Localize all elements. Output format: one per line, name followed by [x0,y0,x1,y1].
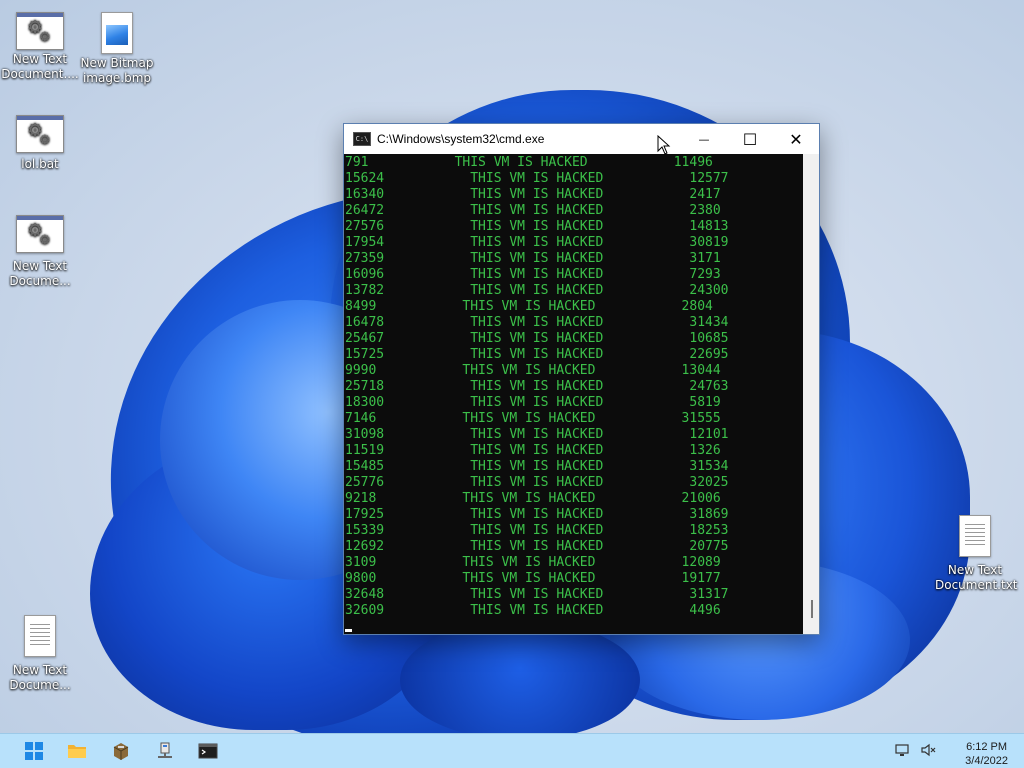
console-line: 18300 THIS VM IS HACKED 5819 [345,395,721,410]
window-title: C:\Windows\system32\cmd.exe [377,132,545,146]
console-line: 8499 THIS VM IS HACKED 2804 [345,299,713,314]
console-line: 9218 THIS VM IS HACKED 21006 [345,491,721,506]
file-explorer-button[interactable] [67,741,87,761]
cmd-app-icon: C:\ [353,132,371,146]
clock-time: 6:12 PM [966,741,1008,753]
desktop-icon-label: New Text [12,259,68,273]
console-line: 15339 THIS VM IS HACKED 18253 [345,523,729,538]
desktop-icon-label: lol.bat [21,157,59,171]
console-line: 9990 THIS VM IS HACKED 13044 [345,363,721,378]
network-tray-button[interactable] [894,741,914,761]
maximize-button[interactable]: ☐ [727,124,773,154]
desktop-icon-new-text-document-2[interactable]: ⚙ ⚙ New Text Docume... [0,215,80,289]
console-line: 16096 THIS VM IS HACKED 7293 [345,267,721,282]
server-icon [158,742,172,758]
console-line: 13782 THIS VM IS HACKED 24300 [345,283,729,298]
desktop-icon-new-text-document-1[interactable]: ⚙ ⚙ New Text Document.... [0,12,80,82]
batch-file-icon: ⚙ ⚙ [16,12,64,50]
console-line: 25776 THIS VM IS HACKED 32025 [345,475,729,490]
text-file-icon [24,615,56,657]
close-button[interactable]: ✕ [773,124,819,154]
console-line: 16478 THIS VM IS HACKED 31434 [345,315,729,330]
scrollbar-thumb[interactable] [811,600,813,618]
batch-file-icon: ⚙ ⚙ [16,215,64,253]
desktop-icon-label: New Text [947,563,1003,577]
package-icon [113,743,129,760]
console-line: 12692 THIS VM IS HACKED 20775 [345,539,729,554]
cmd-window[interactable]: C:\ C:\Windows\system32\cmd.exe — ☐ ✕ 79… [343,123,820,635]
desktop-icon-label: Docume... [9,678,71,692]
vertical-scrollbar[interactable] [803,154,819,634]
desktop-icon-label: New Text [12,52,68,66]
taskbar-clock[interactable]: 6:12 PM 3/4/2022 [965,740,1008,768]
network-icon [895,744,909,756]
console-line: 9800 THIS VM IS HACKED 19177 [345,571,721,586]
console-line: 32609 THIS VM IS HACKED 4496 [345,603,721,618]
volume-tray-button[interactable] [920,741,940,761]
volume-muted-icon [921,743,936,757]
desktop-icon-new-text-document-3[interactable]: New Text Docume... [0,615,80,693]
maximize-icon: ☐ [742,129,758,149]
window-titlebar[interactable]: C:\ C:\Windows\system32\cmd.exe — ☐ ✕ [344,124,819,154]
console-line: 15624 THIS VM IS HACKED 12577 [345,171,729,186]
close-icon: ✕ [789,129,803,149]
console-line: 32648 THIS VM IS HACKED 31317 [345,587,729,602]
console-line: 26472 THIS VM IS HACKED 2380 [345,203,721,218]
console-line: 25467 THIS VM IS HACKED 10685 [345,331,729,346]
terminal-icon [198,743,218,759]
mouse-pointer-icon [657,134,671,159]
console-line: 7146 THIS VM IS HACKED 31555 [345,411,721,426]
desktop-icon-label: Document.txt [935,578,1018,592]
package-app-button[interactable] [111,741,131,761]
console-line: 15725 THIS VM IS HACKED 22695 [345,347,729,362]
console-output[interactable]: 791 THIS VM IS HACKED 11496 15624 THIS VM… [344,154,803,634]
console-line: 27576 THIS VM IS HACKED 14813 [345,219,729,234]
desktop-icon-label: New Bitmap [80,56,154,70]
console-line: 17925 THIS VM IS HACKED 31869 [345,507,729,522]
folder-icon [68,745,86,758]
network-app-button[interactable] [155,741,175,761]
console-line: 31098 THIS VM IS HACKED 12101 [345,427,729,442]
console-line: 15485 THIS VM IS HACKED 31534 [345,459,729,474]
cmd-taskbar-button[interactable] [198,741,218,761]
desktop-icon-label: Docume... [9,274,71,288]
desktop-icon-new-bitmap-image[interactable]: New Bitmap image.bmp [77,12,157,86]
batch-file-icon: ⚙ ⚙ [16,115,64,153]
window-controls: — ☐ ✕ [681,124,819,154]
desktop-icon-label: Document.... [1,67,79,81]
desktop-icon-label: image.bmp [82,71,152,85]
text-cursor [345,629,352,632]
desktop-icon-label: New Text [12,663,68,677]
console-line: 16340 THIS VM IS HACKED 2417 [345,187,721,202]
minimize-button[interactable]: — [681,124,727,154]
bitmap-file-icon [101,12,133,54]
start-button[interactable] [24,741,44,761]
desktop-icon-new-text-document-txt[interactable]: New Text Document.txt [935,515,1018,593]
clock-date: 3/4/2022 [965,755,1008,767]
console-line: 25718 THIS VM IS HACKED 24763 [345,379,729,394]
wallpaper-bloom-petal [400,620,640,740]
console-line: 791 THIS VM IS HACKED 11496 [345,155,713,170]
console-line: 3109 THIS VM IS HACKED 12089 [345,555,721,570]
console-line: 27359 THIS VM IS HACKED 3171 [345,251,721,266]
console-line: 17954 THIS VM IS HACKED 30819 [345,235,729,250]
console-line: 11519 THIS VM IS HACKED 1326 [345,443,721,458]
desktop-icon-lol-bat[interactable]: ⚙ ⚙ lol.bat [0,115,80,172]
taskbar: 6:12 PM 3/4/2022 [0,733,1024,768]
text-file-icon [959,515,991,557]
minimize-icon: — [698,132,710,146]
